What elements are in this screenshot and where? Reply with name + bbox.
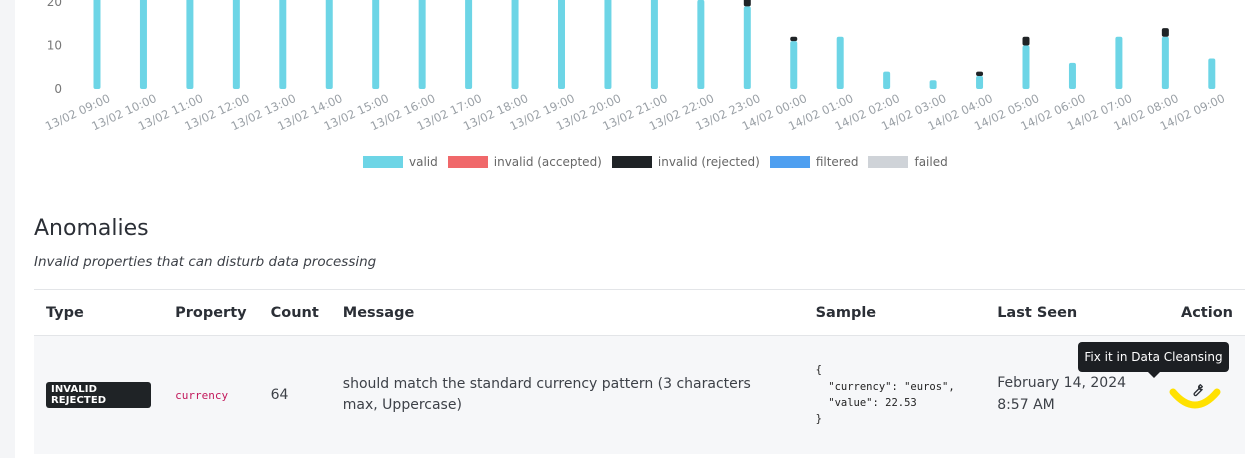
sample-json: { "currency": "euros", "value": 22.53 } xyxy=(815,364,955,426)
bar-valid[interactable] xyxy=(418,0,426,89)
events-chart-svg: 0102013/02 09:0013/02 10:0013/02 11:0013… xyxy=(43,0,1227,133)
bar-valid[interactable] xyxy=(232,0,240,89)
legend-label: invalid (rejected) xyxy=(657,155,760,169)
bar-valid[interactable] xyxy=(186,0,194,89)
bar-valid[interactable] xyxy=(650,0,658,89)
y-tick-label: 10 xyxy=(47,39,62,53)
column-header-message[interactable]: Message xyxy=(330,289,804,336)
sample-cell: { "currency": "euros", "value": 22.53 } xyxy=(803,335,986,454)
fix-in-data-cleansing-button[interactable] xyxy=(1184,380,1210,400)
bar-valid[interactable] xyxy=(93,0,101,89)
legend-swatch xyxy=(611,156,652,168)
bar-valid[interactable] xyxy=(697,0,705,89)
bar-valid[interactable] xyxy=(883,71,891,89)
column-header-count[interactable]: Count xyxy=(258,289,331,336)
bar-valid[interactable] xyxy=(836,36,844,89)
property-cell: currency xyxy=(163,335,259,454)
column-header-type[interactable]: Type xyxy=(34,289,164,336)
legend-swatch xyxy=(769,156,810,168)
legend-swatch xyxy=(363,156,403,168)
bar-invalid-rejected-[interactable] xyxy=(790,36,798,42)
legend-item[interactable]: invalid (rejected) xyxy=(611,155,760,169)
legend-item[interactable]: invalid (accepted) xyxy=(447,155,602,169)
bar-valid[interactable] xyxy=(279,0,287,89)
y-tick-label: 20 xyxy=(47,0,62,9)
bar-valid[interactable] xyxy=(1115,36,1123,89)
bar-invalid-rejected-[interactable] xyxy=(976,71,984,76)
bar-valid[interactable] xyxy=(604,0,612,89)
column-header-action: Action xyxy=(1155,289,1245,336)
table-row: INVALID REJECTED currency 64 should matc… xyxy=(34,335,1245,454)
bar-invalid-rejected-[interactable] xyxy=(1161,28,1169,37)
wrench-icon xyxy=(1193,384,1203,397)
type-cell: INVALID REJECTED xyxy=(34,335,164,454)
bar-valid[interactable] xyxy=(465,0,473,89)
bar-valid[interactable] xyxy=(1022,45,1030,90)
count-cell: 64 xyxy=(258,335,331,454)
legend-label: filtered xyxy=(815,155,859,169)
property-name: currency xyxy=(175,389,229,402)
bar-valid[interactable] xyxy=(1208,58,1216,89)
bar-valid[interactable] xyxy=(976,75,984,89)
bar-valid[interactable] xyxy=(1161,36,1169,89)
column-header-last-seen[interactable]: Last Seen xyxy=(985,289,1156,336)
status-badge: INVALID REJECTED xyxy=(46,382,152,408)
bar-valid[interactable] xyxy=(558,0,565,89)
bar-valid[interactable] xyxy=(790,41,798,89)
legend-label: invalid (accepted) xyxy=(493,155,602,169)
column-header-property[interactable]: Property xyxy=(163,289,259,336)
legend-label: valid xyxy=(409,155,438,169)
legend-item[interactable]: filtered xyxy=(769,155,859,169)
bar-valid[interactable] xyxy=(929,80,937,89)
bar-valid[interactable] xyxy=(743,6,751,90)
data-quality-card: 0 10 20 13/02 09:00 13/02 10:00 13/02 11:00 13… xyxy=(15,0,1245,458)
message-cell: should match the standard currency patte… xyxy=(330,335,804,454)
legend-swatch xyxy=(447,156,488,168)
column-header-sample[interactable]: Sample xyxy=(803,289,986,336)
anomalies-title: Anomalies xyxy=(34,216,149,241)
legend-swatch xyxy=(868,156,909,168)
anomalies-table: Type Property Count Message Sample Last … xyxy=(34,289,1245,454)
legend-item[interactable]: failed xyxy=(868,155,948,169)
y-tick-label: 0 xyxy=(54,82,62,96)
action-tooltip: Fix it in Data Cleansing xyxy=(1078,342,1229,378)
table-header-row: Type Property Count Message Sample Last … xyxy=(34,289,1245,336)
legend-label: failed xyxy=(914,155,948,169)
bar-valid[interactable] xyxy=(325,0,333,89)
bar-invalid-rejected-[interactable] xyxy=(1022,36,1030,46)
anomalies-subtitle: Invalid properties that can disturb data… xyxy=(34,254,377,270)
bar-valid[interactable] xyxy=(139,0,147,89)
chart-legend: valid invalid (accepted) invalid (rejected… xyxy=(363,154,958,170)
bar-invalid-rejected-[interactable] xyxy=(743,0,751,7)
bar-valid[interactable] xyxy=(511,0,519,89)
bar-valid[interactable] xyxy=(372,0,380,89)
bar-valid[interactable] xyxy=(1068,62,1076,89)
legend-item[interactable]: valid xyxy=(363,155,438,169)
